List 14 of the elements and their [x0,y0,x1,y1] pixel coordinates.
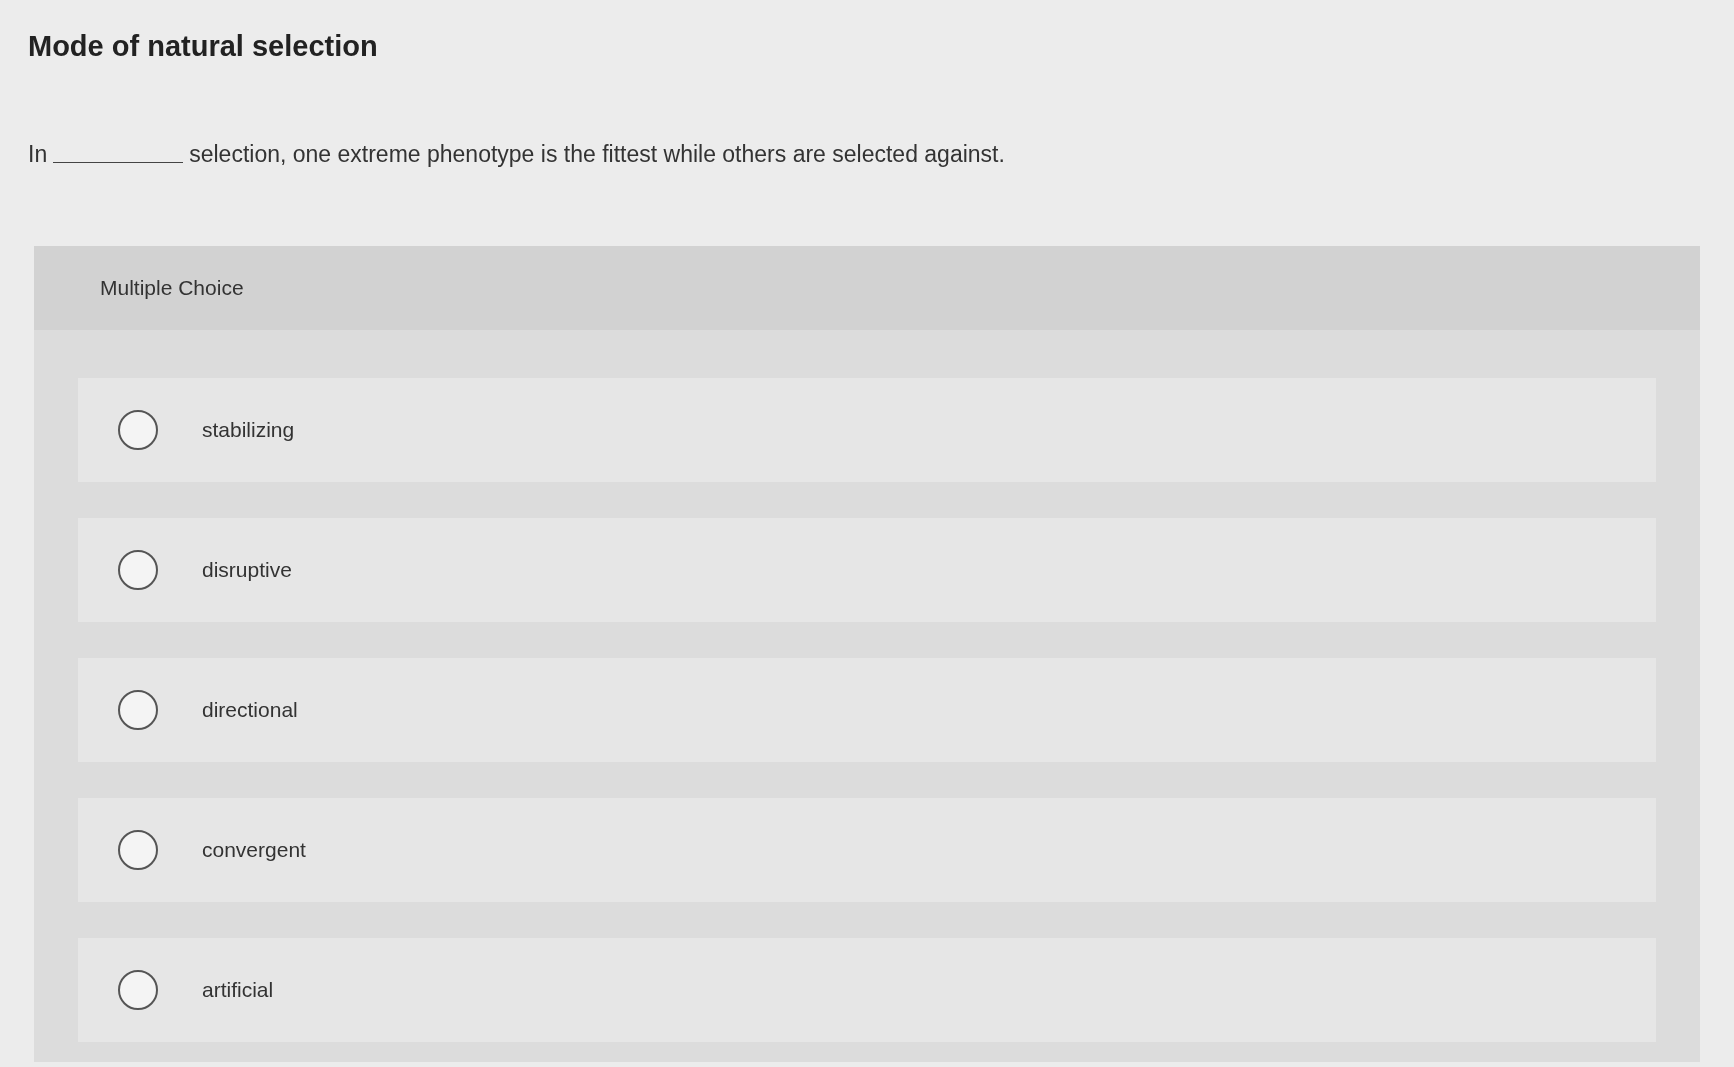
answer-option[interactable]: convergent [78,798,1656,902]
answer-option[interactable]: directional [78,658,1656,762]
radio-button[interactable] [118,970,158,1010]
radio-button[interactable] [118,830,158,870]
answer-option[interactable]: disruptive [78,518,1656,622]
question-text: selection, one extreme phenotype is the fittest while others are selected against. [189,141,1005,168]
answer-option[interactable]: artificial [78,938,1656,1042]
panel-heading: Multiple Choice [34,246,1700,330]
radio-button[interactable] [118,690,158,730]
answer-option[interactable]: stabilizing [78,378,1656,482]
radio-button[interactable] [118,550,158,590]
question-title: Mode of natural selection [28,30,379,63]
question-text: In [28,141,48,168]
radio-button[interactable] [118,410,158,450]
